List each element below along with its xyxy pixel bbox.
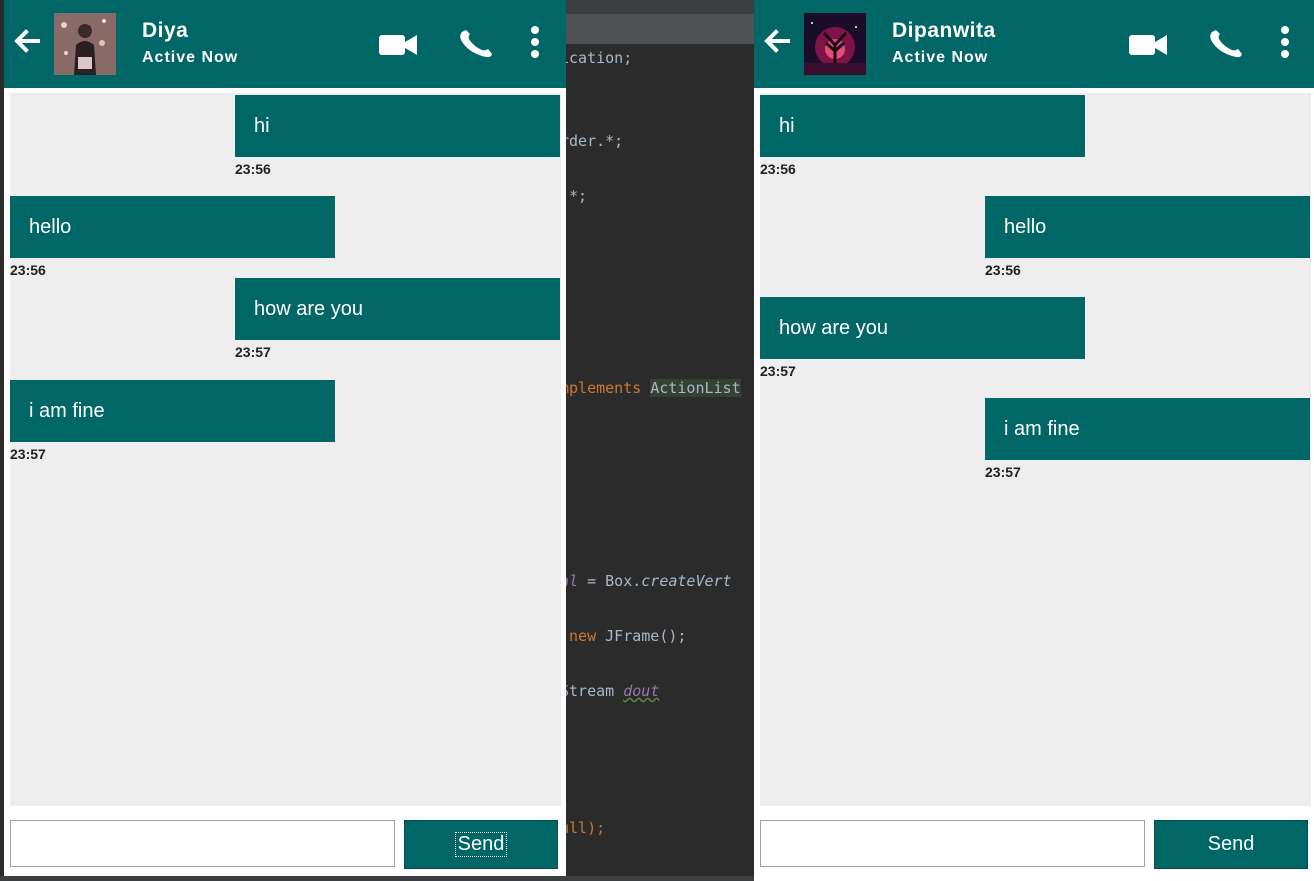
- send-button-label: Send: [1207, 833, 1255, 855]
- message-bubble-outgoing: i am fine: [985, 398, 1310, 460]
- message-bubble-incoming: hello: [10, 196, 335, 258]
- phone-icon[interactable]: [1208, 29, 1244, 59]
- code-line: Stream dout: [560, 682, 660, 700]
- message-bubble-incoming: hi: [760, 95, 1085, 157]
- code-line: ull);: [560, 819, 606, 837]
- message-time: 23:56: [985, 262, 1021, 278]
- message-time: 23:57: [760, 363, 796, 379]
- video-call-icon[interactable]: [378, 32, 418, 58]
- message-list[interactable]: hi 23:56 hello 23:56 how are you 23:57 i…: [760, 93, 1311, 806]
- contact-name: Dipanwita: [892, 19, 996, 42]
- chat-window-diya: Diya Active Now hi 23:56 hello 23:56 how…: [4, 0, 566, 876]
- contact-status: Active Now: [892, 49, 989, 66]
- contact-status: Active Now: [142, 49, 239, 66]
- code-line: mplements ActionList: [560, 379, 741, 397]
- message-list[interactable]: hi 23:56 hello 23:56 how are you 23:57 i…: [10, 93, 561, 806]
- message-time: 23:56: [760, 161, 796, 177]
- chat-header: Diya Active Now: [4, 0, 566, 88]
- more-vertical-icon[interactable]: [530, 26, 540, 58]
- profile-photo-icon: [54, 13, 116, 75]
- code-line: new JFrame();: [560, 627, 687, 645]
- more-vertical-icon[interactable]: [1280, 26, 1290, 58]
- message-time: 23:57: [235, 344, 271, 360]
- avatar[interactable]: [804, 13, 866, 75]
- message-bubble-incoming: i am fine: [10, 380, 335, 442]
- video-call-icon[interactable]: [1128, 32, 1168, 58]
- phone-icon[interactable]: [458, 29, 494, 59]
- message-bubble-outgoing: hi: [235, 95, 560, 157]
- contact-name: Diya: [142, 19, 189, 42]
- message-bubble-outgoing: how are you: [235, 278, 560, 340]
- ide-tab-strip: [566, 14, 754, 44]
- code-line: al = Box.createVert: [560, 572, 732, 590]
- send-button-label: Send: [454, 832, 508, 857]
- back-arrow-icon[interactable]: [12, 26, 42, 56]
- message-bubble-incoming: how are you: [760, 297, 1085, 359]
- code-line: rder.*;: [560, 132, 624, 150]
- chat-window-dipanwita: Dipanwita Active Now hi 23:56 hello 23:5…: [754, 0, 1314, 881]
- message-input[interactable]: [10, 820, 395, 867]
- send-button[interactable]: Send: [404, 820, 558, 869]
- profile-photo-icon: [804, 13, 866, 75]
- avatar[interactable]: [54, 13, 116, 75]
- message-time: 23:56: [235, 161, 271, 177]
- code-line: ication;: [560, 49, 633, 67]
- chat-header: Dipanwita Active Now: [754, 0, 1314, 88]
- message-time: 23:57: [985, 464, 1021, 480]
- message-input[interactable]: [760, 820, 1145, 867]
- message-bubble-outgoing: hello: [985, 196, 1310, 258]
- send-button[interactable]: Send: [1154, 820, 1308, 869]
- message-time: 23:57: [10, 446, 46, 462]
- back-arrow-icon[interactable]: [762, 26, 792, 56]
- message-time: 23:56: [10, 262, 46, 278]
